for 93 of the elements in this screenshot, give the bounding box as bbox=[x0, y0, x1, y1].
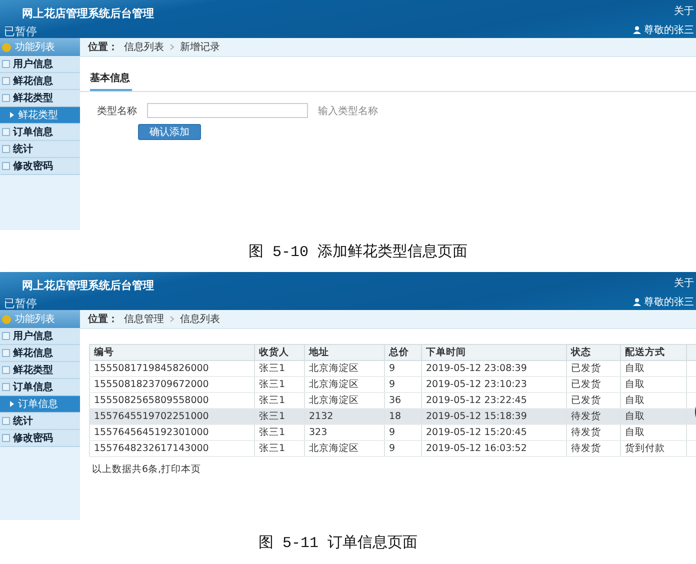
sidebar-item[interactable]: 统计 bbox=[0, 141, 80, 158]
table-cell: 323 bbox=[304, 424, 384, 440]
table-cell: 1557648232617143000 bbox=[90, 440, 254, 456]
table-cell: 2019-05-12 23:08:39 bbox=[422, 360, 566, 376]
breadcrumb-item[interactable]: 新增记录 bbox=[180, 40, 220, 54]
table-cell: 9 bbox=[384, 360, 422, 376]
table-cell: 张三1 bbox=[254, 376, 304, 392]
table-cell: 2019-05-12 23:10:23 bbox=[422, 376, 566, 392]
sidebar-item[interactable]: 鲜花信息 bbox=[0, 73, 80, 90]
user-greeting: 尊敬的张三 bbox=[644, 24, 694, 37]
app-title: 网上花店管理系统后台管理 bbox=[22, 278, 154, 293]
status-text: 已暂停 bbox=[4, 24, 38, 39]
table-cell: 张三1 bbox=[254, 440, 304, 456]
app-title: 网上花店管理系统后台管理 bbox=[22, 6, 154, 21]
table-summary: 以上数据共6条,打印本页 bbox=[92, 463, 202, 476]
table-cell: 2132 bbox=[304, 408, 384, 424]
table-row[interactable]: 1557645645192301000 张三1 323 9 2019-05-12 15:20:45 待发货 自取 bbox=[90, 424, 696, 440]
input-field[interactable] bbox=[147, 103, 308, 118]
sidebar-title: 功能列表 bbox=[15, 312, 55, 326]
field-label: 类型名称 bbox=[97, 104, 137, 118]
field-hint: 输入类型名称 bbox=[318, 104, 378, 118]
table-cell: 张三1 bbox=[254, 424, 304, 440]
sidebar-item[interactable]: 用户信息 bbox=[0, 56, 80, 73]
table-cell: 待发货 bbox=[566, 424, 620, 440]
table-row[interactable]: 1555081823709672000 张三1 北京海淀区 9 2019-05-12 23:10:23 已发货 自取 bbox=[90, 376, 696, 392]
table-row[interactable]: 1555081719845826000 张三1 北京海淀区 9 2019-05-12 23:08:39 已发货 自取 bbox=[90, 360, 696, 376]
sidebar-item[interactable]: 修改密码 bbox=[0, 158, 80, 175]
chevron-icon bbox=[170, 44, 174, 50]
sidebar-item[interactable]: 鲜花类型 bbox=[0, 90, 80, 107]
column-header: 地址 bbox=[304, 344, 384, 360]
column-header: 收货人 bbox=[254, 344, 304, 360]
column-header: 编号 bbox=[90, 344, 254, 360]
breadcrumb-item[interactable]: 信息管理 bbox=[124, 312, 164, 326]
breadcrumb-label: 位置： bbox=[88, 312, 118, 326]
sidebar-item[interactable]: 订单信息 bbox=[0, 379, 80, 396]
sidebar-item[interactable]: 鲜花类型 bbox=[0, 362, 80, 379]
table-cell: 待发货 bbox=[566, 440, 620, 456]
table-cell: 北京海淀区 bbox=[304, 440, 384, 456]
figure-caption: 图 5-10 添加鲜花类型信息页面 bbox=[248, 242, 468, 260]
table-cell: 1557645645192301000 bbox=[90, 424, 254, 440]
table-cell: 自取 bbox=[620, 424, 686, 440]
breadcrumb-label: 位置： bbox=[88, 40, 118, 54]
about-link[interactable]: 关于 bbox=[674, 4, 694, 18]
breadcrumb-item[interactable]: 信息列表 bbox=[124, 40, 164, 54]
table-row[interactable]: 1557645519702251000 张三1 2132 18 2019-05-12 15:18:39 待发货 自取 bbox=[90, 408, 696, 424]
table-cell: 待发货 bbox=[566, 408, 620, 424]
user-greeting: 尊敬的张三 bbox=[644, 296, 694, 309]
table-cell: 9 bbox=[384, 440, 422, 456]
table-cell: 18 bbox=[384, 408, 422, 424]
status-text: 已暂停 bbox=[4, 296, 38, 311]
column-header: 配送方式 bbox=[620, 344, 686, 360]
user-icon bbox=[633, 26, 641, 34]
table-cell: 9 bbox=[384, 424, 422, 440]
sidebar-item[interactable]: 用户信息 bbox=[0, 328, 80, 345]
table-cell: 张三1 bbox=[254, 360, 304, 376]
table-cell: 1555081823709672000 bbox=[90, 376, 254, 392]
sidebar-item[interactable]: 订单信息 bbox=[0, 124, 80, 141]
confirm-button[interactable]: 确认添加 bbox=[138, 124, 201, 140]
sidebar-item[interactable]: 修改密码 bbox=[0, 430, 80, 447]
table-row[interactable]: 1557648232617143000 张三1 北京海淀区 9 2019-05-12 16:03:52 待发货 货到付款 bbox=[90, 440, 696, 456]
breadcrumb-item[interactable]: 信息列表 bbox=[180, 312, 220, 326]
table-cell: 自取 bbox=[620, 360, 686, 376]
table-cell: 2019-05-12 16:03:52 bbox=[422, 440, 566, 456]
bullet-icon bbox=[10, 401, 14, 407]
table-cell: 1557645519702251000 bbox=[90, 408, 254, 424]
column-header: 状态 bbox=[566, 344, 620, 360]
figure-caption: 图 5-11 订单信息页面 bbox=[258, 534, 418, 552]
user-icon bbox=[633, 298, 641, 306]
table-cell: 北京海淀区 bbox=[304, 376, 384, 392]
table-cell: 货到付款 bbox=[620, 440, 686, 456]
chevron-icon bbox=[170, 316, 174, 322]
table-cell: 已发货 bbox=[566, 360, 620, 376]
table-cell: 北京海淀区 bbox=[304, 360, 384, 376]
table-cell: 2019-05-12 15:18:39 bbox=[422, 408, 566, 424]
table-cell: 自取 bbox=[620, 408, 686, 424]
table-cell: 2019-05-12 15:20:45 bbox=[422, 424, 566, 440]
column-header: 总价 bbox=[384, 344, 422, 360]
table-cell: 自取 bbox=[620, 376, 686, 392]
table-cell: 张三1 bbox=[254, 408, 304, 424]
circle-icon bbox=[2, 42, 11, 52]
circle-icon bbox=[2, 314, 11, 324]
about-link[interactable]: 关于 bbox=[674, 276, 694, 290]
table-cell: 1555081719845826000 bbox=[90, 360, 254, 376]
sidebar-subitem[interactable]: 订单信息 bbox=[0, 396, 80, 413]
sidebar-item[interactable]: 统计 bbox=[0, 413, 80, 430]
sidebar-item[interactable]: 鲜花信息 bbox=[0, 345, 80, 362]
bullet-icon bbox=[10, 112, 14, 118]
section-tab[interactable]: 基本信息 bbox=[90, 71, 132, 91]
sidebar-subitem[interactable]: 鲜花类型 bbox=[0, 107, 80, 124]
column-header: 下单时间 bbox=[422, 344, 566, 360]
sidebar-title: 功能列表 bbox=[15, 40, 55, 54]
table-cell: 已发货 bbox=[566, 376, 620, 392]
table-cell: 9 bbox=[384, 376, 422, 392]
